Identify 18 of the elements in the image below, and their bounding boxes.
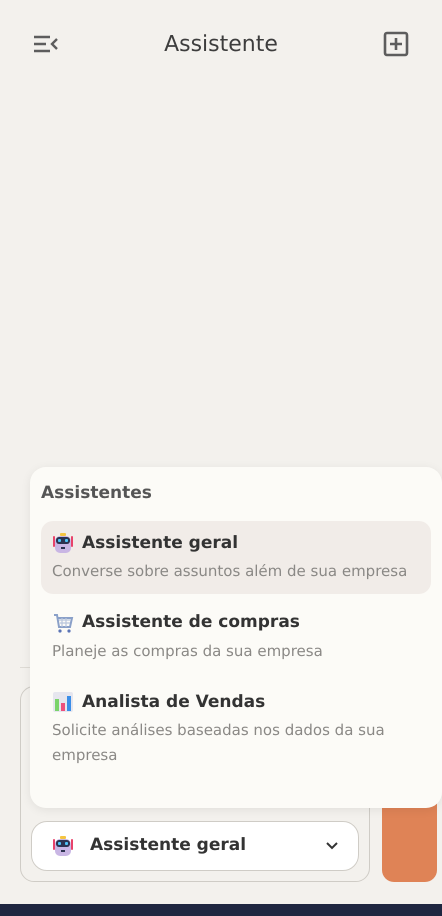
item-title: Assistente de compras (82, 611, 300, 634)
menu-item[interactable]: Assistente de compras Planeje as compras da sua empresa (41, 600, 431, 674)
cart-icon (52, 612, 74, 634)
assistant-select[interactable]: Assistente geral (31, 821, 359, 871)
menu-item[interactable]: Analista de Vendas Solicite análises baseadas nos dados da sua empresa (41, 680, 431, 778)
item-description: Converse sobre assuntos além de sua empresa (52, 561, 408, 582)
menu-title: Assistentes (41, 482, 153, 505)
item-description: Planeje as compras da sua empresa (52, 640, 324, 662)
menu-item[interactable]: Assistente geral Converse sobre assuntos além de sua empresa (41, 520, 431, 594)
chevron-down-icon (326, 842, 338, 850)
bar-chart-icon (52, 691, 74, 714)
new-chat-icon[interactable] (382, 30, 410, 58)
item-title: Assistente geral (82, 532, 238, 554)
item-title: Analista de Vendas (82, 690, 266, 714)
robot-icon (52, 835, 74, 857)
item-description: Solicite análises baseadas nos dados da sua empresa (52, 720, 386, 766)
robot-icon (52, 532, 74, 554)
page-title: Assistente (164, 30, 278, 58)
